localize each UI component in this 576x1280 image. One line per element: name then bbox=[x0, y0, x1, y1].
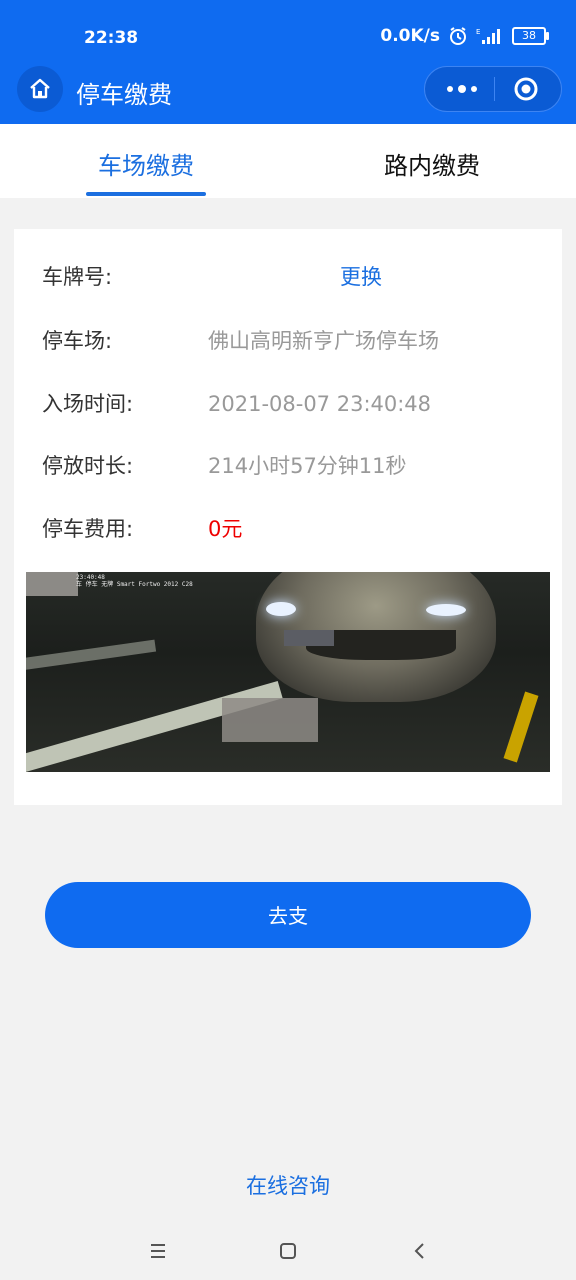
entry-time-value: 2021-08-07 23:40:48 bbox=[208, 392, 432, 416]
page-title: 停车缴费 bbox=[76, 81, 172, 109]
more-button[interactable] bbox=[447, 67, 483, 111]
blurred-region bbox=[26, 572, 78, 596]
entry-time-label: 入场时间: bbox=[42, 392, 134, 416]
more-icon bbox=[458, 85, 466, 93]
signal-icon: E bbox=[476, 28, 500, 44]
plate-blur bbox=[284, 630, 334, 646]
mini-program-capsule bbox=[424, 66, 562, 112]
alarm-icon bbox=[450, 27, 466, 45]
menu-icon[interactable] bbox=[143, 1236, 173, 1266]
pay-button[interactable]: 去支 bbox=[45, 882, 531, 948]
system-nav-bar bbox=[0, 1220, 576, 1280]
lot-label: 停车场: bbox=[42, 329, 113, 353]
tab-lot-payment[interactable]: 车场缴费 bbox=[86, 146, 206, 181]
back-icon[interactable] bbox=[405, 1236, 435, 1266]
home-nav-icon[interactable] bbox=[273, 1236, 303, 1266]
tab-bar: 车场缴费 路内缴费 bbox=[0, 124, 576, 198]
photo-timestamp: 23:40:48 车 停车 无牌 Smart Fortwo 2012 C28 bbox=[76, 574, 193, 588]
headlight bbox=[266, 602, 296, 616]
duration-value: 214小时57分钟11秒 bbox=[208, 454, 407, 478]
online-consult-link[interactable]: 在线咨询 bbox=[0, 1170, 576, 1200]
vehicle-entry-photo: 23:40:48 车 停车 无牌 Smart Fortwo 2012 C28 bbox=[26, 572, 550, 772]
fee-value: 0元 bbox=[208, 517, 243, 541]
more-icon bbox=[447, 86, 453, 92]
tab-active-indicator bbox=[86, 192, 206, 196]
status-time: 22:38 bbox=[84, 28, 139, 48]
capsule-divider bbox=[494, 77, 495, 101]
net-speed: 0.0K/s bbox=[380, 26, 440, 46]
status-bar: 22:38 0.0K/s E 38 bbox=[0, 0, 576, 62]
plate-row: 车牌号: 更换 bbox=[42, 261, 542, 293]
lot-row: 停车场: 佛山高明新亨广场停车场 bbox=[42, 325, 542, 357]
battery-icon: 38 bbox=[512, 27, 549, 45]
home-button[interactable] bbox=[17, 66, 63, 112]
blurred-region bbox=[222, 698, 318, 742]
svg-text:E: E bbox=[476, 28, 480, 36]
nav-bar: 停车缴费 bbox=[0, 62, 576, 124]
entry-time-row: 入场时间: 2021-08-07 23:40:48 bbox=[42, 388, 542, 420]
status-indicators: 0.0K/s E 38 bbox=[380, 26, 549, 46]
headlight bbox=[426, 604, 466, 616]
duration-label: 停放时长: bbox=[42, 454, 134, 478]
parking-info-card: 车牌号: 更换 停车场: 佛山高明新亨广场停车场 入场时间: 2021-08-0… bbox=[14, 229, 562, 805]
duration-row: 停放时长: 214小时57分钟11秒 bbox=[42, 450, 542, 482]
close-target-icon[interactable] bbox=[513, 76, 539, 102]
tab-street-payment[interactable]: 路内缴费 bbox=[372, 146, 492, 181]
plate-label: 车牌号: bbox=[42, 265, 113, 289]
change-plate-link[interactable]: 更换 bbox=[340, 261, 382, 293]
more-icon bbox=[471, 86, 477, 92]
lot-value: 佛山高明新亨广场停车场 bbox=[208, 329, 439, 353]
fee-row: 停车费用: 0元 bbox=[42, 513, 542, 545]
home-icon bbox=[30, 78, 50, 99]
fee-label: 停车费用: bbox=[42, 517, 134, 541]
